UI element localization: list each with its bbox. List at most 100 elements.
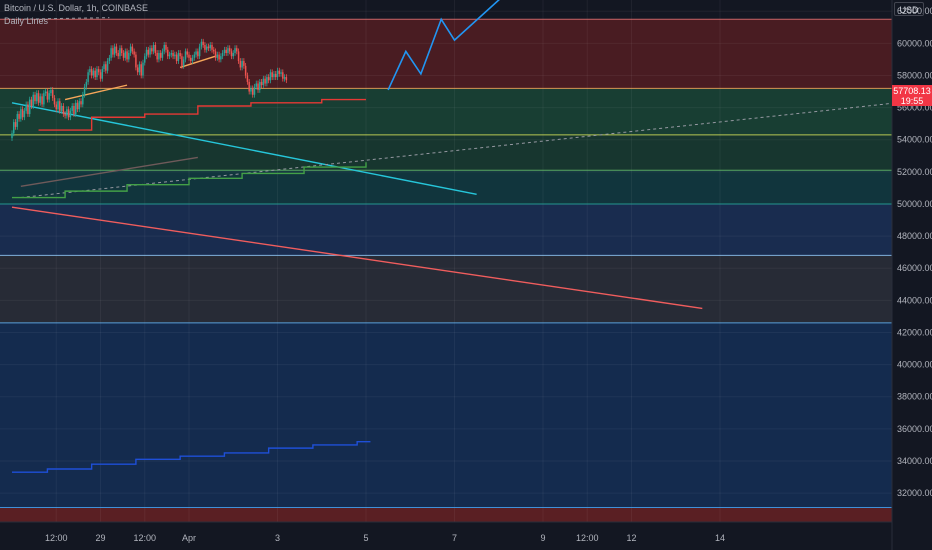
candle-body <box>53 97 56 105</box>
candle-body <box>67 109 70 118</box>
candle-body <box>60 106 63 111</box>
candle-body <box>85 81 88 87</box>
candle-body <box>283 77 286 79</box>
candle-body <box>237 51 240 62</box>
candle-body <box>133 51 135 55</box>
symbol-title[interactable]: Bitcoin / U.S. Dollar, 1h, COINBASE <box>4 3 148 13</box>
candle-body <box>186 51 188 55</box>
candle-body <box>234 48 236 54</box>
candle-body <box>105 64 107 71</box>
candle-body <box>136 67 139 73</box>
candle-body <box>174 54 176 57</box>
time-tick-label: 12:00 <box>133 533 156 543</box>
candle-body <box>92 70 95 76</box>
candle-body <box>13 122 15 134</box>
candle-body <box>200 41 203 47</box>
price-chart[interactable]: 32000.00 34000.00 36000.00 38000.00 40000.00… <box>0 0 932 550</box>
time-tick-label: Apr <box>182 533 196 543</box>
candle-body <box>216 54 219 58</box>
candle-body <box>55 104 57 110</box>
time-tick-label: 12:00 <box>45 533 68 543</box>
candle-body <box>50 89 52 94</box>
candle-body <box>25 104 27 111</box>
candle-body <box>205 46 208 50</box>
candle-body <box>191 57 194 62</box>
candle-body <box>253 86 256 95</box>
price-tick-label: 48000.00 <box>897 231 932 241</box>
candle-body <box>41 96 43 105</box>
candle-body <box>262 78 265 86</box>
candle-body <box>120 48 123 54</box>
candle-body <box>179 53 181 57</box>
price-tick-label: 50000.00 <box>897 199 932 209</box>
indicator-legend[interactable]: Daily Lines <box>4 16 48 26</box>
price-tick-label: 36000.00 <box>897 424 932 434</box>
candle-body <box>64 114 66 116</box>
candle-body <box>28 99 31 115</box>
candle-body <box>128 53 130 60</box>
candle-body <box>257 83 259 90</box>
currency-label[interactable]: USD <box>894 2 924 16</box>
candle-body <box>161 51 164 58</box>
candle-body <box>78 101 81 110</box>
candle-body <box>122 53 125 58</box>
candle-body <box>244 65 247 76</box>
candle-body <box>74 102 77 115</box>
candle-body <box>152 44 155 52</box>
candle-body <box>80 101 82 105</box>
candle-body <box>89 69 91 73</box>
candle-body <box>37 93 40 103</box>
candle-body <box>285 77 288 81</box>
candle-body <box>90 69 93 76</box>
candle-body <box>142 62 144 76</box>
time-tick-label: 3 <box>275 533 280 543</box>
price-tick-label: 60000.00 <box>897 38 932 48</box>
candle-body <box>138 64 141 73</box>
price-tick-label: 46000.00 <box>897 263 932 273</box>
price-tick-label: 38000.00 <box>897 392 932 402</box>
candle-body <box>154 44 157 54</box>
candle-body <box>140 64 142 76</box>
candle-body <box>221 53 224 57</box>
candle-body <box>82 94 84 105</box>
candle-body <box>66 109 68 116</box>
candle-body <box>259 81 261 90</box>
time-tick-label: 7 <box>452 533 457 543</box>
candle-body <box>167 49 169 57</box>
last-price-tag: 57708.13 19:55 <box>892 85 932 106</box>
candle-body <box>207 46 210 49</box>
candle-body <box>182 59 185 66</box>
candle-body <box>69 110 72 118</box>
zone-7 <box>0 507 892 522</box>
time-tick-label: 12 <box>626 533 636 543</box>
candle-body <box>59 101 61 111</box>
candle-body <box>163 44 165 52</box>
candle-body <box>34 94 36 102</box>
price-tick-label: 34000.00 <box>897 456 932 466</box>
candle-body <box>273 73 275 78</box>
candle-body <box>181 56 183 66</box>
candle-body <box>144 56 146 63</box>
candle-body <box>16 114 19 127</box>
candle-body <box>83 86 86 95</box>
candle-body <box>250 88 252 92</box>
candle-body <box>94 70 96 78</box>
candle-body <box>266 77 268 84</box>
zone-3 <box>0 170 892 204</box>
candle-10 <box>28 96 31 117</box>
candle-body <box>76 102 79 110</box>
candle-body <box>159 53 162 58</box>
candle-body <box>20 109 22 119</box>
time-tick-label: 12:00 <box>576 533 599 543</box>
zone-1 <box>0 88 892 135</box>
candle-body <box>248 81 250 92</box>
candle-body <box>62 106 65 115</box>
candle-body <box>23 110 26 118</box>
candle-body <box>168 54 171 57</box>
candle-body <box>99 72 102 79</box>
zone-6 <box>0 322 892 508</box>
candle-body <box>156 53 158 60</box>
candle-body <box>202 41 204 45</box>
candle-body <box>96 69 98 78</box>
candle-body <box>106 61 109 71</box>
